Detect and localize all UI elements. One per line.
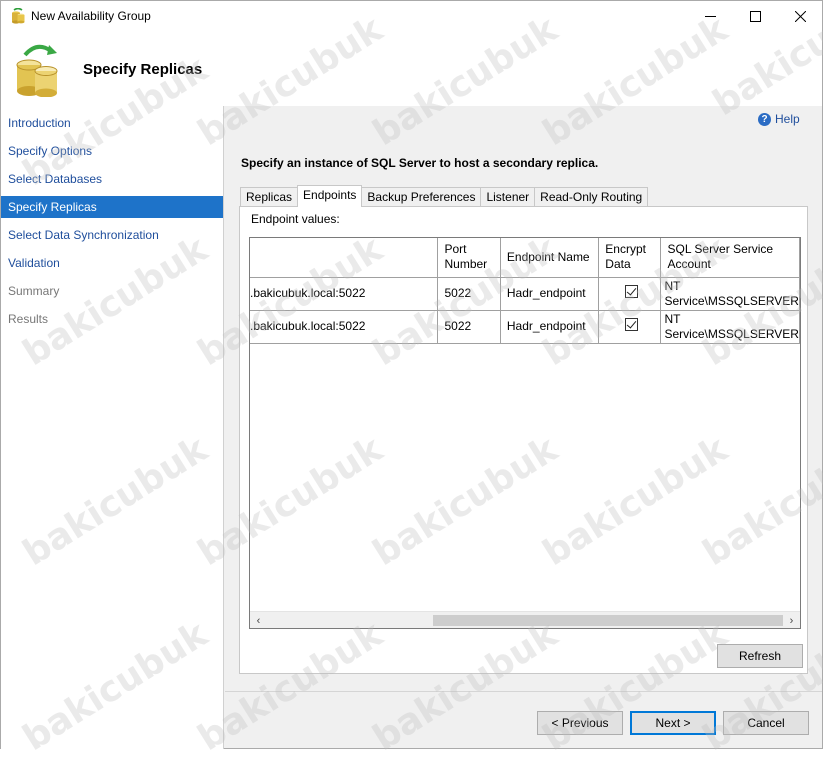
- nav-item-validation[interactable]: Validation: [1, 252, 223, 274]
- tab-strip: Replicas Endpoints Backup Preferences Li…: [240, 185, 649, 207]
- page-title: Specify Replicas: [83, 61, 203, 78]
- title-bar: New Availability Group: [1, 1, 822, 31]
- close-icon: [794, 10, 806, 22]
- service-account-cell[interactable]: NT Service\MSSQLSERVER: [660, 310, 800, 344]
- cancel-button[interactable]: Cancel: [723, 711, 809, 735]
- encrypt-data-cell[interactable]: [598, 310, 662, 344]
- wizard-window: New Availability Group Specify Replicas …: [0, 0, 823, 759]
- table-header-row: Port Number Endpoint Name Encrypt Data S…: [250, 238, 800, 278]
- nav-item-summary: Summary: [8, 284, 60, 298]
- server-url-cell[interactable]: .bakicubuk.local:5022: [250, 310, 439, 344]
- col-header-server[interactable]: [250, 238, 439, 278]
- col-header-port-number[interactable]: Port Number: [437, 238, 501, 278]
- scroll-left-arrow-icon[interactable]: ‹: [250, 612, 267, 628]
- minimize-icon: [704, 15, 716, 17]
- instruction-text: Specify an instance of SQL Server to hos…: [241, 156, 599, 170]
- wizard-header: Specify Replicas: [1, 31, 822, 106]
- table-row[interactable]: .bakicubuk.local:5022 5022 Hadr_endpoint…: [250, 277, 800, 311]
- help-label: Help: [775, 112, 800, 126]
- endpoints-panel: Endpoint values: Port Number Endpoint Na…: [239, 206, 808, 674]
- footer-divider: [225, 691, 822, 692]
- nav-item-introduction[interactable]: Introduction: [1, 112, 223, 134]
- endpoint-values-label: Endpoint values:: [251, 212, 340, 226]
- col-header-endpoint-name[interactable]: Endpoint Name: [500, 238, 600, 278]
- encrypt-data-cell[interactable]: [598, 277, 662, 311]
- col-header-service-account[interactable]: SQL Server Service Account: [660, 238, 800, 278]
- close-button[interactable]: [777, 1, 823, 31]
- endpoint-name-cell[interactable]: Hadr_endpoint: [500, 310, 600, 344]
- help-icon: ?: [758, 112, 771, 126]
- database-replica-icon: [16, 44, 58, 97]
- endpoint-name-cell[interactable]: Hadr_endpoint: [500, 277, 600, 311]
- server-url-cell[interactable]: .bakicubuk.local:5022: [250, 277, 439, 311]
- port-cell[interactable]: 5022: [437, 277, 501, 311]
- nav-item-results: Results: [8, 312, 49, 326]
- encrypt-data-checkbox[interactable]: [625, 318, 639, 331]
- tab-listener[interactable]: Listener: [480, 187, 536, 207]
- col-header-encrypt-data[interactable]: Encrypt Data: [598, 238, 662, 278]
- help-link[interactable]: ? Help: [758, 112, 800, 126]
- scroll-thumb[interactable]: [433, 615, 783, 626]
- horizontal-scrollbar[interactable]: ‹ ›: [250, 611, 800, 628]
- availability-group-app-icon: [12, 8, 25, 24]
- wizard-nav: Introduction Specify Options Select Data…: [1, 106, 224, 749]
- scroll-right-arrow-icon[interactable]: ›: [783, 612, 800, 628]
- service-account-cell[interactable]: NT Service\MSSQLSERVER: [660, 277, 800, 311]
- nav-item-select-data-synchronization[interactable]: Select Data Synchronization: [1, 224, 223, 246]
- nav-item-select-databases[interactable]: Select Databases: [1, 168, 223, 190]
- maximize-button[interactable]: [732, 1, 778, 31]
- endpoints-table: Port Number Endpoint Name Encrypt Data S…: [250, 238, 800, 344]
- nav-item-specify-replicas[interactable]: Specify Replicas: [1, 196, 223, 218]
- minimize-button[interactable]: [687, 1, 733, 31]
- endpoints-grid[interactable]: Port Number Endpoint Name Encrypt Data S…: [249, 237, 801, 629]
- table-row[interactable]: .bakicubuk.local:5022 5022 Hadr_endpoint…: [250, 310, 800, 344]
- refresh-button[interactable]: Refresh: [717, 644, 803, 668]
- nav-item-specify-options[interactable]: Specify Options: [1, 140, 223, 162]
- port-cell[interactable]: 5022: [437, 310, 501, 344]
- maximize-icon: [749, 10, 761, 22]
- encrypt-data-checkbox[interactable]: [625, 285, 639, 298]
- tab-replicas[interactable]: Replicas: [240, 187, 299, 207]
- next-button[interactable]: Next >: [630, 711, 716, 735]
- tab-backup-preferences[interactable]: Backup Preferences: [361, 187, 482, 207]
- tab-read-only-routing[interactable]: Read-Only Routing: [534, 187, 649, 207]
- window-title: New Availability Group: [31, 9, 151, 23]
- tab-endpoints[interactable]: Endpoints: [297, 185, 363, 207]
- previous-button[interactable]: < Previous: [537, 711, 623, 735]
